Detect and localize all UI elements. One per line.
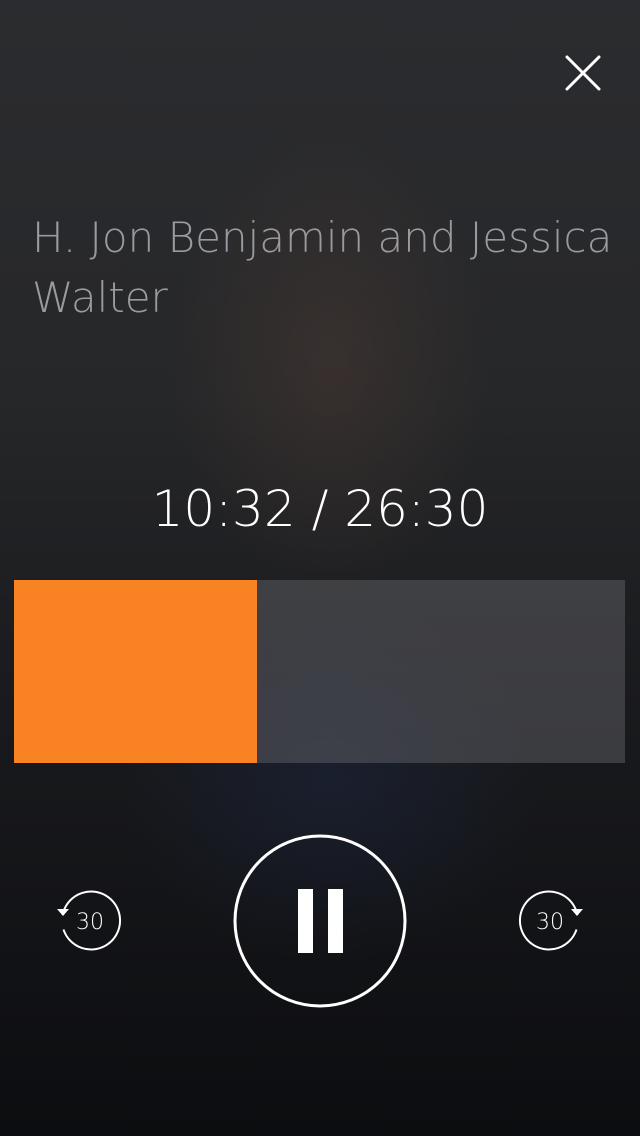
pause-button[interactable] — [232, 833, 408, 1009]
close-button[interactable] — [560, 50, 606, 96]
close-icon — [565, 55, 601, 91]
skip-back-30-button[interactable]: 30 — [50, 889, 122, 951]
skip-forward-30-button[interactable]: 30 — [518, 889, 590, 951]
episode-title: H. Jon Benjamin and Jessica Walter — [32, 213, 613, 322]
pause-icon — [233, 834, 407, 1008]
rewind-30-icon: 30 — [57, 890, 121, 951]
playback-time: 10:32 / 26:30 — [151, 480, 489, 538]
progress-bar[interactable] — [14, 580, 625, 763]
skip-forward-label: 30 — [536, 910, 564, 935]
progress-fill — [14, 580, 257, 763]
forward-30-icon: 30 — [519, 890, 583, 951]
skip-back-label: 30 — [76, 910, 104, 935]
player-screen: H. Jon Benjamin and Jessica Walter 10:32… — [0, 0, 640, 1136]
